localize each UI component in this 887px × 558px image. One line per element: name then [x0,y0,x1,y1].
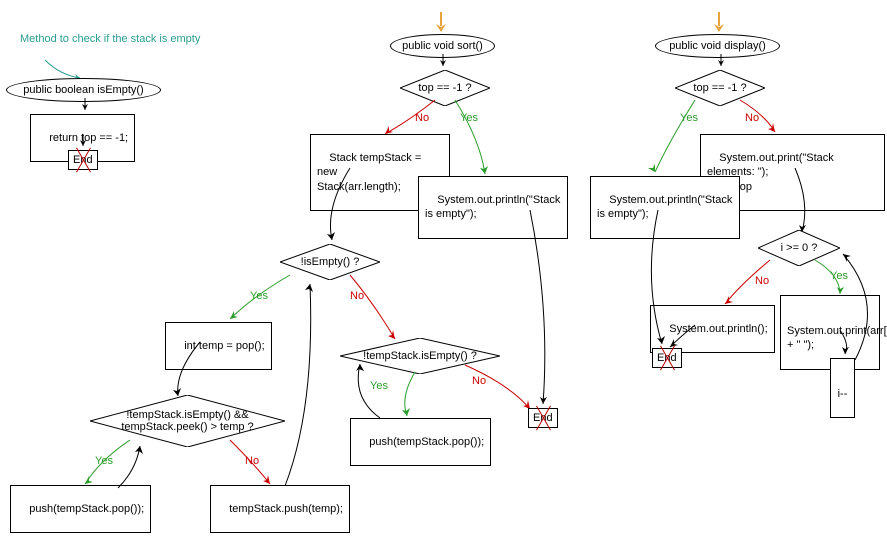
edge-sort-3 [170,342,210,402]
process-i-decrement: i-- [830,358,855,418]
edge-display-no2 [720,260,780,310]
edge-display-2 [790,168,820,238]
edge-sort-loop4 [352,358,382,420]
process-push-tempstack-pop1: push(tempStack.pop()); [10,485,151,533]
decision-isempty-loop-text: !isEmpty() ? [301,256,360,268]
process-push-tempstack-pop1-text: push(tempStack.pop()); [29,503,144,515]
process-tempstack-push-temp-text: tempStack.push(temp); [229,503,343,515]
edge-display-loop [835,248,885,363]
comment-isempty: Method to check if the stack is empty [20,32,200,46]
process-tempstack-push-temp: tempStack.push(temp); [210,485,350,533]
end-isempty: End [68,150,98,170]
flowchart-canvas: Method to check if the stack is empty pu… [0,0,887,558]
start-arrow-display [713,12,725,34]
edge-sort-yes4 [395,372,435,422]
process-i-decrement-text: i-- [838,388,848,400]
edge-sort-loop2 [275,278,325,488]
process-push-tempstack-pop2: push(tempStack.pop()); [350,418,491,466]
end-sort-text: End [533,412,553,424]
decision-sort-top-text: top == -1 ? [418,82,471,94]
end-display: End [652,348,682,368]
edge-sort-loop3 [118,440,148,490]
end-isempty-text: End [73,154,93,166]
edge-display-yes1 [640,100,700,178]
end-sort: End [528,408,558,428]
terminal-sort-text: public void sort() [402,40,483,52]
edge-sort-emptyprint-end [525,210,555,410]
terminal-display-text: public void display() [669,40,766,52]
process-push-tempstack-pop2-text: push(tempStack.pop()); [369,436,484,448]
terminal-isempty-text: public boolean isEmpty() [23,84,143,96]
end-display-text: End [657,352,677,364]
edge-comment-terminal [45,60,105,80]
decision-tempstack-peek-text: !tempStack.isEmpty() && tempStack.peek()… [121,409,253,433]
start-arrow-sort [435,12,447,34]
decision-display-top-text: top == -1 ? [693,82,746,94]
process-return-top-text: return top == -1; [49,132,128,144]
edge-sort-yes1 [450,100,510,180]
edge-display-no1 [735,100,795,138]
comment-text: Method to check if the stack is empty [20,33,200,45]
edge-sort-no2 [345,275,415,345]
decision-i-ge-0-text: i >= 0 ? [781,242,818,254]
edge-sort-2 [320,168,360,246]
